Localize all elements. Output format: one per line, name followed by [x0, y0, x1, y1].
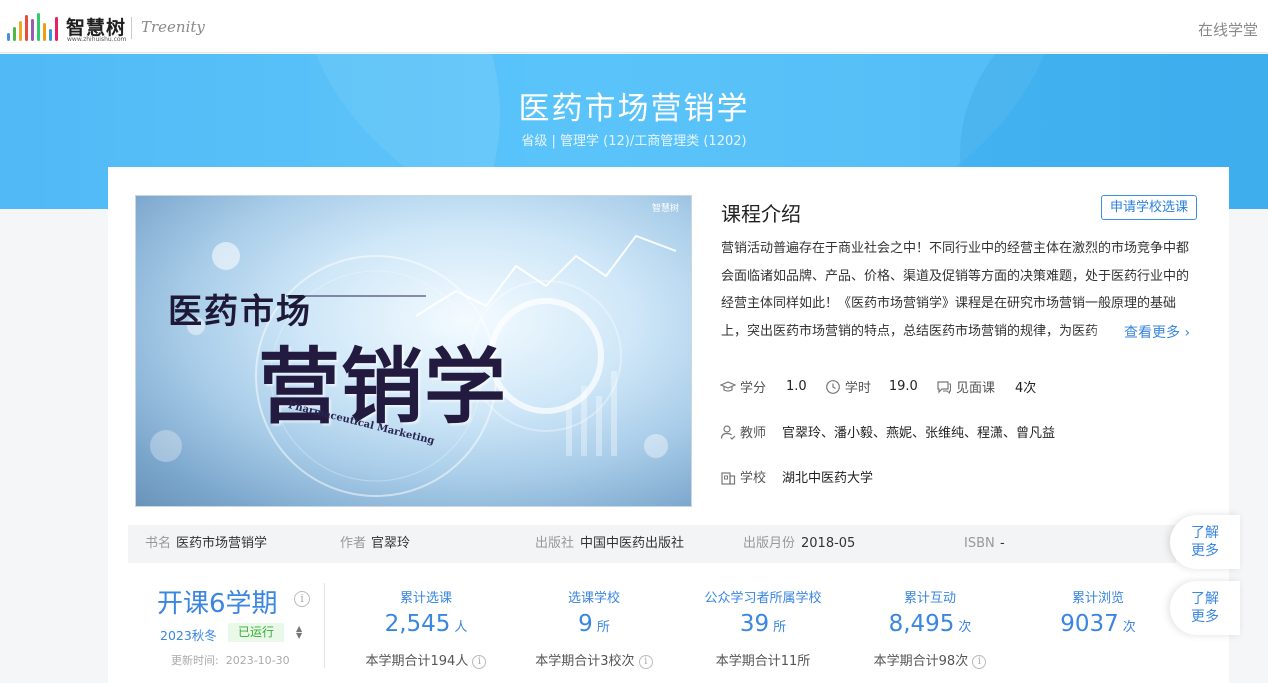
stat-sub: 本学期合计194人	[365, 654, 469, 669]
semester-count: 开课6学期	[157, 589, 278, 619]
zhihuishu-logo-icon[interactable]	[7, 13, 61, 41]
school-name: 湖北中医药大学	[782, 471, 874, 486]
school-label: 学校	[740, 471, 767, 486]
logo-bar	[13, 27, 16, 41]
clock-icon	[825, 379, 840, 394]
book-month-label: 出版月份	[743, 536, 796, 551]
semester-sort-toggle-icon[interactable]: ▲ ▼	[296, 625, 302, 640]
learn-more-line1: 了解	[1191, 525, 1219, 541]
info-icon[interactable]: i	[972, 654, 987, 669]
stat-value: 39	[739, 611, 770, 637]
stat-value: 2,545	[384, 611, 451, 637]
book-month-value: 2018-05	[801, 536, 856, 551]
stat-value: 9037	[1060, 611, 1119, 637]
update-time-date: 2023-10-30	[225, 654, 290, 667]
logo-bar	[49, 29, 52, 41]
see-more-link[interactable]: 查看更多 ›	[1124, 322, 1190, 342]
update-time: 更新时间: 2023-10-30	[171, 652, 290, 668]
logo-bar	[7, 33, 10, 41]
semester-info-icon[interactable]: i	[294, 591, 310, 607]
book-isbn-label: ISBN	[964, 536, 995, 551]
stat-value: 8,495	[888, 611, 955, 637]
status-badge: 已运行	[228, 623, 284, 642]
info-icon[interactable]: i	[638, 654, 653, 669]
book-author-value: 官翠玲	[371, 536, 411, 551]
intro-heading: 课程介绍	[721, 202, 801, 226]
logo-bar	[43, 23, 46, 41]
learn-more-button[interactable]: 了解 更多	[1170, 515, 1240, 569]
course-cover-video[interactable]: 智慧树 医药市场 营销学 Pharmaceutical Marketing	[135, 195, 692, 507]
teacher-list: 官翠玲、潘小毅、燕妮、张维纯、程潇、曾凡益	[782, 426, 1056, 441]
partner-logo: Treenity	[141, 18, 205, 36]
cover-title-big: 营销学	[258, 339, 508, 435]
stat-schools: 选课学校 9所 本学期合计3校次 i	[504, 587, 684, 669]
hours-label: 学时	[844, 381, 871, 396]
brand-url: www.zhihuishu.com	[67, 36, 127, 43]
learn-more-line1: 了解	[1191, 591, 1219, 607]
book-isbn-value: -	[1000, 536, 1005, 551]
credit-value: 1.0	[786, 379, 807, 394]
course-title: 医药市场营销学	[518, 91, 750, 127]
course-teachers: 教师 官翠玲、潘小毅、燕妮、张维纯、程潇、曾凡益	[720, 422, 1055, 441]
chevron-right-icon: ›	[1184, 325, 1191, 341]
textbook-info-bar: 书名 医药市场营销学 作者 官翠玲 出版社 中国中医药出版社 出版月份 2018…	[128, 525, 1176, 563]
course-school: 学校 湖北中医药大学	[720, 467, 873, 486]
stat-total-enrollment: 累计选课 2,545 人 本学期合计194人 i	[336, 587, 516, 669]
logo-bar	[25, 15, 28, 41]
stat-label: 累计浏览	[1071, 591, 1124, 606]
stat-sub: 本学期合计11所	[715, 654, 811, 669]
credit-label: 学分	[740, 381, 767, 396]
semester-term: 2023秋冬	[160, 628, 217, 643]
stat-unit: 次	[958, 620, 972, 635]
book-name-label: 书名	[145, 536, 172, 551]
stat-value: 9	[578, 611, 593, 637]
book-publisher-value: 中国中医药出版社	[580, 536, 685, 551]
stat-interactions: 累计互动 8,495 次 本学期合计98次 i	[840, 587, 1020, 669]
stat-public-learner-schools: 公众学习者所属学校 39 所 本学期合计11所	[673, 587, 853, 669]
hours-value: 19.0	[888, 379, 918, 394]
course-category: 省级 | 管理学 (12)/工商管理类 (1202)	[521, 134, 747, 149]
stat-sub: 本学期合计98次	[873, 654, 969, 669]
cover-logo: 智慧树	[651, 204, 679, 214]
book-publisher-label: 出版社	[535, 536, 575, 551]
stat-label: 选课学校	[567, 591, 620, 606]
learn-more-line2: 更多	[1191, 543, 1219, 559]
logo-bar	[55, 17, 58, 41]
stat-label: 累计选课	[399, 591, 452, 606]
stats-divider	[324, 583, 325, 668]
f2f-value: 4次	[1014, 381, 1037, 396]
book-name-value: 医药市场营销学	[176, 536, 268, 551]
f2f-label: 见面课	[955, 381, 995, 396]
chat-bubble-icon	[937, 380, 951, 394]
update-time-label: 更新时间:	[171, 654, 219, 667]
logo-bar	[31, 19, 34, 41]
logo-bar	[37, 13, 40, 41]
book-author-label: 作者	[340, 536, 367, 551]
logo-bar	[19, 21, 22, 41]
stat-sub: 本学期合计3校次	[535, 654, 635, 669]
stat-views: 累计浏览 9037 次	[1008, 587, 1188, 641]
online-school-link[interactable]: 在线学堂	[1198, 19, 1258, 40]
top-nav: 智慧树 www.zhihuishu.com Treenity 在线学堂	[0, 0, 1268, 53]
stat-label: 累计互动	[903, 591, 956, 606]
stat-unit: 次	[1122, 620, 1136, 635]
stat-label: 公众学习者所属学校	[704, 591, 822, 606]
see-more-label: 查看更多	[1124, 325, 1180, 341]
stat-unit: 人	[454, 620, 468, 635]
learn-more-line2: 更多	[1191, 609, 1219, 625]
user-icon	[720, 424, 736, 440]
course-credit-hours: 学分 1.0 学时 19.0 见面课 4次	[720, 377, 1036, 396]
logo-divider	[131, 17, 132, 39]
stat-unit: 所	[773, 620, 787, 635]
building-icon	[721, 471, 736, 485]
info-icon[interactable]: i	[472, 654, 487, 669]
teacher-label: 教师	[740, 426, 767, 441]
graduation-cap-icon	[720, 380, 736, 392]
apply-school-course-button[interactable]: 申请学校选课	[1101, 195, 1197, 220]
stat-unit: 所	[596, 620, 610, 635]
